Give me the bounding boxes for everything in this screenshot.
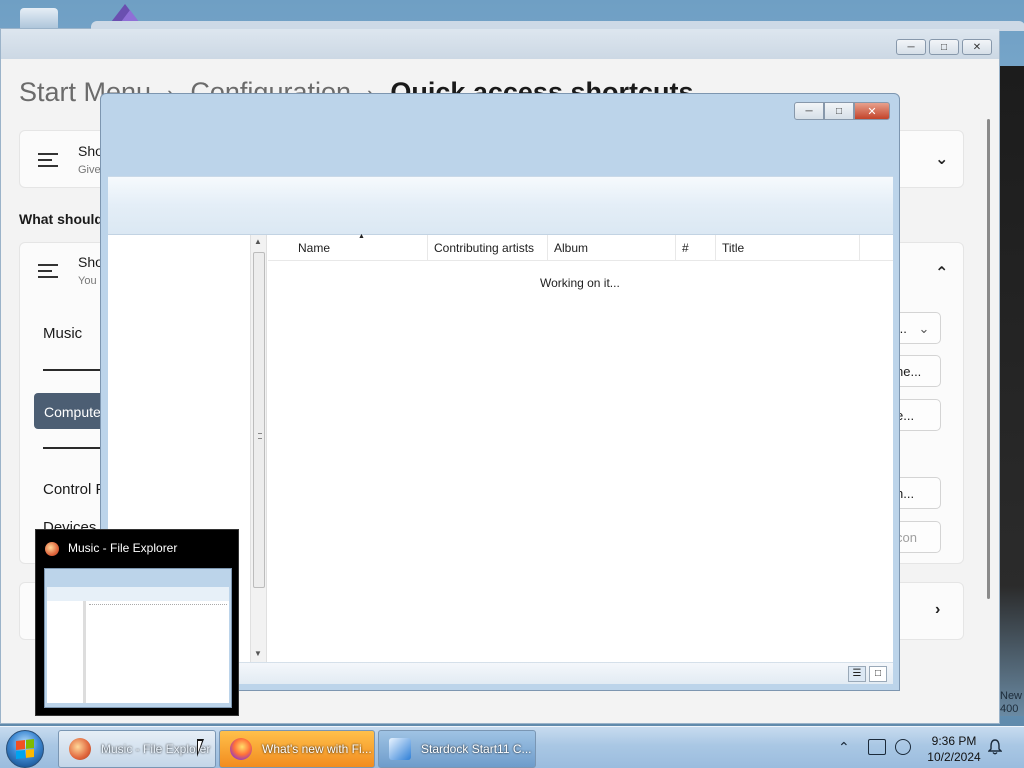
desktop-side-text: New 400 — [1000, 690, 1023, 715]
column-header-album[interactable]: Album — [548, 235, 676, 261]
desktop-recycle-bin-icon[interactable] — [20, 8, 58, 30]
desktop-background-strip: New 400 — [998, 66, 1024, 716]
close-button[interactable]: ✕ — [854, 102, 890, 120]
close-button[interactable]: ✕ — [962, 39, 992, 55]
section-heading: What should — [19, 211, 103, 227]
clock-time: 9:36 PM — [931, 734, 977, 748]
scroll-up-arrow-icon[interactable]: ▲ — [254, 237, 262, 246]
shortcut-item-control-panel[interactable]: Control P — [43, 481, 106, 498]
taskbar-item-label: Music - File Explorer — [101, 742, 211, 756]
card-1-subtitle: Give — [78, 164, 101, 176]
stardock-start11-icon — [389, 738, 411, 760]
chevron-down-icon[interactable]: ⌄ — [935, 149, 948, 169]
firefox-icon — [230, 738, 252, 760]
navigation-scrollbar[interactable]: ▲ ▼ — [250, 235, 267, 663]
settings-titlebar[interactable]: ─ □ ✕ — [1, 29, 999, 59]
maximize-button[interactable]: □ — [824, 102, 854, 120]
column-header-track-number[interactable]: # — [676, 235, 716, 261]
sort-ascending-icon: ▲ — [358, 233, 365, 240]
details-view-icon[interactable]: ☰ — [848, 666, 866, 682]
column-header-contributing-artists[interactable]: Contributing artists — [428, 235, 548, 261]
column-header-label: Name — [298, 241, 331, 255]
thumbnail-window-preview[interactable] — [44, 568, 232, 708]
focus-assist-tray-icon[interactable] — [895, 739, 911, 755]
taskbar-item-label: What's new with Fi... — [262, 742, 372, 756]
start-button[interactable] — [6, 730, 44, 768]
system-clock[interactable]: 9:36 PM 10/2/2024 — [922, 733, 986, 765]
scrollbar-thumb[interactable] — [253, 252, 265, 588]
mouse-pointer-icon — [197, 739, 204, 757]
divider — [43, 369, 103, 371]
taskbar: Music - File Explorer What's new with Fi… — [0, 726, 1024, 768]
large-icons-view-icon[interactable]: □ — [869, 666, 887, 682]
preview-content — [47, 601, 229, 703]
column-header-row: ▲ Name Contributing artists Album # Titl… — [268, 233, 893, 261]
chevron-up-icon[interactable]: ⌃ — [935, 263, 948, 283]
taskbar-thumbnail-preview[interactable]: Music - File Explorer — [35, 529, 239, 716]
minimize-button[interactable]: ─ — [896, 39, 926, 55]
thumbnail-title: Music - File Explorer — [68, 541, 178, 555]
clock-date: 10/2/2024 — [927, 750, 981, 764]
scroll-down-arrow-icon[interactable]: ▼ — [254, 649, 262, 658]
card-2-subtitle: You — [78, 275, 97, 287]
list-icon — [38, 264, 58, 278]
preview-header — [89, 603, 227, 605]
taskbar-item-label: Stardock Start11 C... — [421, 742, 532, 756]
preview-toolbar — [47, 587, 229, 601]
show-hidden-icons-chevron-icon[interactable]: ⌃ — [838, 739, 850, 756]
divider — [43, 447, 103, 449]
network-tray-icon[interactable] — [868, 739, 886, 755]
taskbar-item-music-explorer[interactable]: Music - File Explorer — [58, 730, 216, 768]
preview-scrollbar — [83, 601, 86, 703]
explorer-toolbar — [108, 176, 893, 234]
settings-scrollbar[interactable] — [987, 119, 990, 599]
settings-caption-buttons: ─ □ ✕ — [896, 39, 992, 55]
shortcut-item-music[interactable]: Music — [43, 325, 82, 342]
maximize-button[interactable]: □ — [929, 39, 959, 55]
notification-bell-icon[interactable] — [988, 739, 1002, 755]
taskbar-item-firefox[interactable]: What's new with Fi... — [219, 730, 375, 768]
music-app-icon — [69, 738, 91, 760]
column-header-title[interactable]: Title — [716, 235, 860, 261]
grip-icon — [258, 433, 262, 439]
column-header-name[interactable]: ▲ Name — [268, 233, 428, 261]
chevron-right-icon[interactable]: › — [935, 601, 940, 619]
list-icon — [38, 153, 58, 167]
taskbar-item-stardock-start11[interactable]: Stardock Start11 C... — [378, 730, 536, 768]
music-caption-buttons: ─ □ ✕ — [794, 102, 890, 120]
chevron-down-icon: ⌄ — [918, 321, 930, 336]
windows-logo-icon — [16, 739, 34, 759]
music-app-icon — [45, 542, 59, 556]
loading-status-text: Working on it... — [540, 276, 620, 290]
minimize-button[interactable]: ─ — [794, 102, 824, 120]
